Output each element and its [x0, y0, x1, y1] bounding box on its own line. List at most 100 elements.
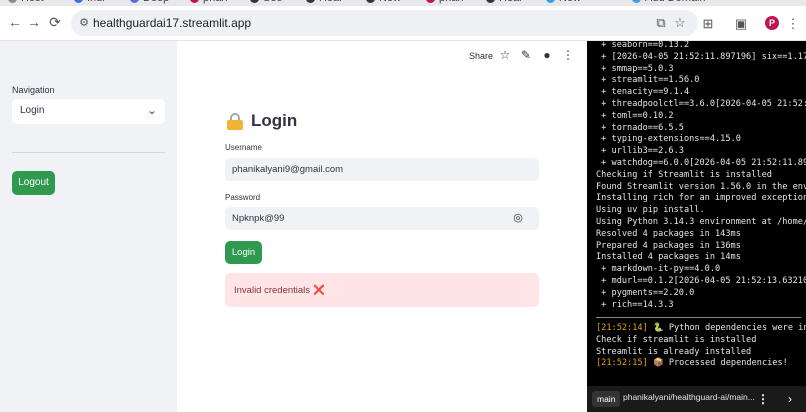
tab-favicon-icon [250, 0, 259, 3]
forward-arrow-icon[interactable]: → [26, 14, 42, 30]
terminal-line: Found Streamlit version 1.56.0 in the en… [596, 181, 806, 192]
tab-label: New [379, 0, 401, 4]
back-arrow-icon[interactable]: ← [7, 14, 23, 30]
terminal-line: + markdown-it-py==4.0.0 [596, 264, 721, 275]
log-timestamp: [21:52:15] [596, 358, 648, 369]
tab-label: phan [439, 0, 463, 4]
terminal-line: + watchdog==6.0.0[2026-04-05 21:52:11.89… [596, 157, 806, 168]
error-message: Invalid credentials ❌ [234, 285, 325, 296]
chevron-right-icon[interactable]: › [784, 391, 796, 407]
login-button[interactable]: Login [225, 241, 262, 264]
terminal-line: + typing-extensions==4.15.0 [596, 134, 741, 145]
terminal-line: + threadpoolctl==3.6.0[2026-04-05 21:52:… [596, 98, 806, 109]
tab-favicon-icon [190, 0, 199, 3]
terminal-line: Resolved 4 packages in 143ms [596, 228, 741, 239]
log-text: Streamlit is already installed [596, 346, 752, 357]
terminal-line: + pygments==2.20.0 [596, 287, 695, 298]
address-bar[interactable]: ⚙ healthguardai17.streamlit.app ⧉ ☆ [71, 10, 698, 36]
password-label: Password [225, 193, 261, 202]
browser-menu-icon[interactable]: ⋮ [785, 16, 801, 32]
terminal-output: + seaborn==0.13.2 + [2026-04-05 21:52:11… [596, 41, 806, 311]
terminal-status-line: [21:52:15] 📦 Processed dependencies! [596, 358, 806, 370]
reload-icon[interactable]: ⟳ [47, 14, 63, 30]
sidebar: Navigation Login ⌄ Logout [0, 41, 177, 412]
log-terminal[interactable]: + seaborn==0.13.2 + [2026-04-05 21:52:11… [587, 41, 806, 412]
tab-favicon-icon [632, 0, 641, 3]
tab-label: Host [21, 0, 44, 4]
password-field[interactable]: Npknpk@99 ◎ [225, 207, 539, 230]
tab-favicon-icon [486, 0, 495, 3]
tab-label: Deep [143, 0, 169, 4]
status-emoji-icon: 🐍 [652, 323, 664, 333]
terminal-menu-icon[interactable]: ⋮ [757, 391, 769, 407]
app-menu-icon[interactable]: ⋮ [561, 48, 575, 62]
password-value: Npknpk@99 [232, 213, 285, 224]
terminal-line: Installing rich for an improved exceptio… [596, 193, 806, 204]
terminal-line: + streamlit==1.56.0 [596, 75, 700, 86]
tab-favicon-icon [306, 0, 315, 3]
main-content: Share ☆ ✎ ● ⋮ Login Username phanikalyan… [177, 41, 587, 412]
bookmark-star-icon[interactable]: ☆ [672, 15, 688, 31]
hide-password-eye-icon[interactable]: ◎ [511, 212, 525, 225]
tab-label: New [559, 0, 581, 4]
share-button[interactable]: Share [469, 51, 493, 61]
tab-label: Add Domain [645, 0, 706, 4]
browser-toolbar: ← → ⟳ ⚙ healthguardai17.streamlit.app ⧉ … [0, 6, 806, 41]
terminal-line: + mdurl==0.1.2[2026-04-05 21:52:13.63210… [596, 275, 806, 286]
sidebar-divider [12, 152, 165, 153]
terminal-line: + seaborn==0.13.2 [596, 41, 690, 50]
chevron-down-icon: ⌄ [147, 105, 157, 117]
profile-avatar[interactable]: P [765, 16, 779, 30]
star-icon[interactable]: ☆ [498, 48, 512, 62]
tab-label: Heal [319, 0, 342, 4]
page-title-text: Login [251, 111, 298, 130]
terminal-line: + urllib3==2.6.3 [596, 146, 684, 157]
tab-label: Seo [263, 0, 283, 4]
site-info-icon[interactable]: ⚙ [77, 16, 91, 30]
install-app-icon[interactable]: ⧉ [653, 15, 669, 31]
branch-badge[interactable]: main [592, 391, 621, 407]
tab-label: Heal [499, 0, 522, 4]
terminal-line: Checking if Streamlit is installed [596, 169, 772, 180]
log-text: Python dependencies were ins [663, 323, 806, 333]
logout-button[interactable]: Logout [12, 171, 55, 195]
terminal-line: Prepared 4 packages in 136ms [596, 240, 741, 251]
lock-icon [226, 112, 244, 130]
terminal-status-line: Check if streamlit is installed [596, 335, 806, 347]
terminal-divider [596, 317, 801, 318]
log-text: Check if streamlit is installed [596, 334, 757, 345]
terminal-line: + tornado==6.5.5 [596, 122, 684, 133]
url-text[interactable]: healthguardai17.streamlit.app [93, 16, 251, 30]
log-timestamp: [21:52:14] [596, 323, 648, 333]
extensions-icon[interactable]: ⊞ [700, 16, 716, 32]
tab-favicon-icon [366, 0, 375, 3]
username-value: phanikalyani9@gmail.com [232, 164, 344, 175]
terminal-line: + toml==0.10.2 [596, 110, 674, 121]
tab-favicon-icon [130, 0, 139, 3]
username-label: Username [225, 143, 262, 152]
tab-label: phan [203, 0, 227, 4]
status-emoji-icon: 📦 [652, 358, 664, 369]
navigation-selected-value: Login [20, 105, 45, 116]
github-icon[interactable]: ● [540, 48, 554, 62]
terminal-line: + smmap==5.0.3 [596, 63, 674, 74]
terminal-line: Installed 4 packages in 14ms [596, 252, 741, 263]
error-alert: Invalid credentials ❌ [225, 273, 539, 307]
terminal-line: + tenacity==9.1.4 [596, 87, 690, 98]
error-message-text: Invalid credentials [234, 285, 311, 296]
navigation-label: Navigation [12, 85, 55, 95]
side-panel-icon[interactable]: ▣ [733, 16, 749, 32]
repo-path: phanikalyani/healthguard-ai/main... [623, 392, 755, 402]
edit-pencil-icon[interactable]: ✎ [519, 48, 533, 62]
tab-favicon-icon [426, 0, 435, 3]
username-field[interactable]: phanikalyani9@gmail.com [225, 158, 539, 181]
terminal-status-line: Streamlit is already installed [596, 347, 806, 359]
tab-favicon-icon [74, 0, 83, 3]
terminal-footer: main phanikalyani/healthguard-ai/main...… [587, 386, 806, 412]
tab-favicon-icon [8, 0, 17, 3]
terminal-line: Using Python 3.14.3 environment at /home… [596, 216, 806, 227]
terminal-status-output: [21:52:14] 🐍 Python dependencies were in… [596, 323, 806, 370]
terminal-line: + rich==14.3.3 [596, 299, 674, 310]
navigation-select[interactable]: Login ⌄ [12, 99, 165, 124]
terminal-line: + [2026-04-05 21:52:11.897196] six==1.17… [596, 51, 806, 62]
